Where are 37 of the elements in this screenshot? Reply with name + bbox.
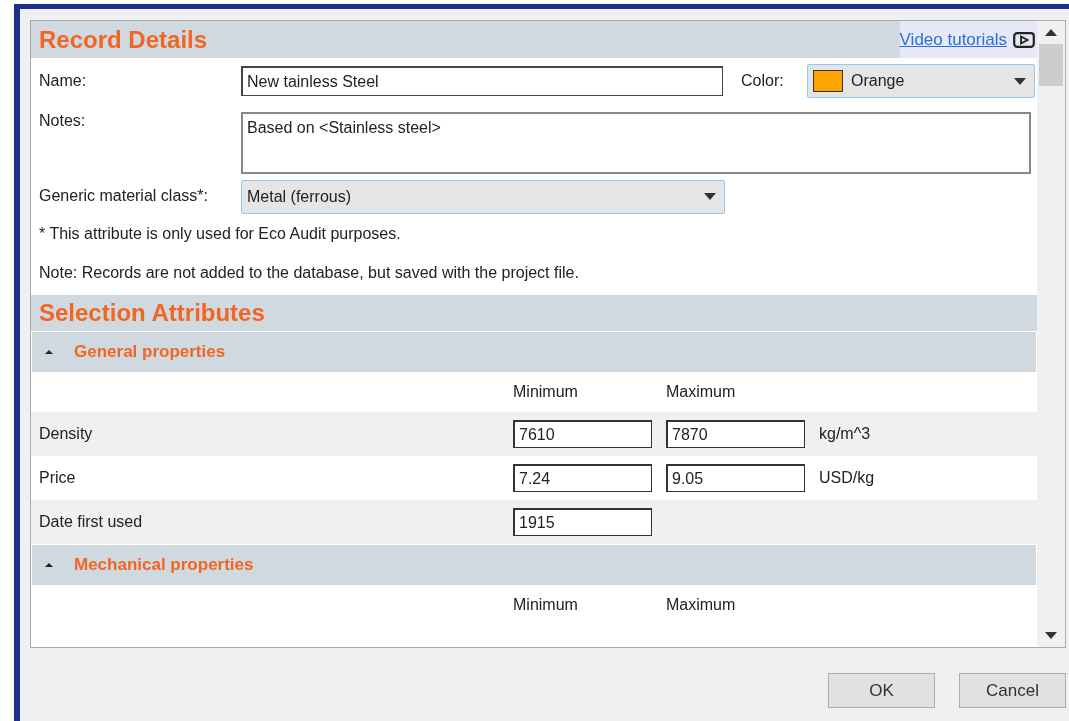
scroll-down-icon[interactable] <box>1045 632 1057 639</box>
scroll-up-icon[interactable] <box>1045 29 1057 36</box>
column-header: Minimum <box>513 383 579 401</box>
footnote-text: * This attribute is only used for Eco Audit purposes. <box>38 223 402 244</box>
section-title: Record Details <box>39 25 209 54</box>
group-title: Mechanical properties <box>74 555 254 575</box>
maximum-field[interactable]: 9.05 <box>666 464 805 492</box>
play-icon[interactable] <box>1013 31 1035 48</box>
notes-field[interactable]: Based on <Stainless steel> <box>241 112 1031 174</box>
color-dropdown[interactable]: Orange <box>807 64 1035 98</box>
scroll-thumb[interactable] <box>1039 44 1063 86</box>
field-label: Color: <box>741 72 785 90</box>
property-label: Price <box>39 469 77 487</box>
field-label: Name: <box>39 72 88 90</box>
column-header: Maximum <box>666 596 737 614</box>
maximum-field[interactable]: 7870 <box>666 420 805 448</box>
unit-label: USD/kg <box>819 469 876 487</box>
unit-label: kg/m^3 <box>819 425 872 443</box>
section-title: Selection Attributes <box>39 299 265 327</box>
note-text: Note: Records are not added to the database, but saved with the project file. <box>38 262 580 283</box>
caret-icon[interactable] <box>1014 77 1026 85</box>
field-label: Generic material class*: <box>39 187 209 205</box>
property-label: Density <box>39 425 94 443</box>
column-header: Maximum <box>666 383 737 401</box>
scrollbar[interactable] <box>1037 21 1065 647</box>
minimum-field[interactable]: 7.24 <box>513 464 652 492</box>
property-label: Date first used <box>39 513 144 531</box>
minimum-field[interactable]: 1915 <box>513 508 652 536</box>
caret-icon[interactable] <box>704 193 716 200</box>
field-label: Notes: <box>39 112 87 130</box>
minimum-field[interactable]: 7610 <box>513 420 652 448</box>
cancel-button[interactable]: Cancel <box>959 673 1066 708</box>
group-title: General properties <box>74 342 226 362</box>
material-class-dropdown[interactable]: Metal (ferrous) <box>241 179 725 214</box>
ok-button[interactable]: OK <box>828 673 935 708</box>
name-field[interactable]: New tainless Steel <box>241 66 723 96</box>
column-header: Minimum <box>513 596 579 614</box>
